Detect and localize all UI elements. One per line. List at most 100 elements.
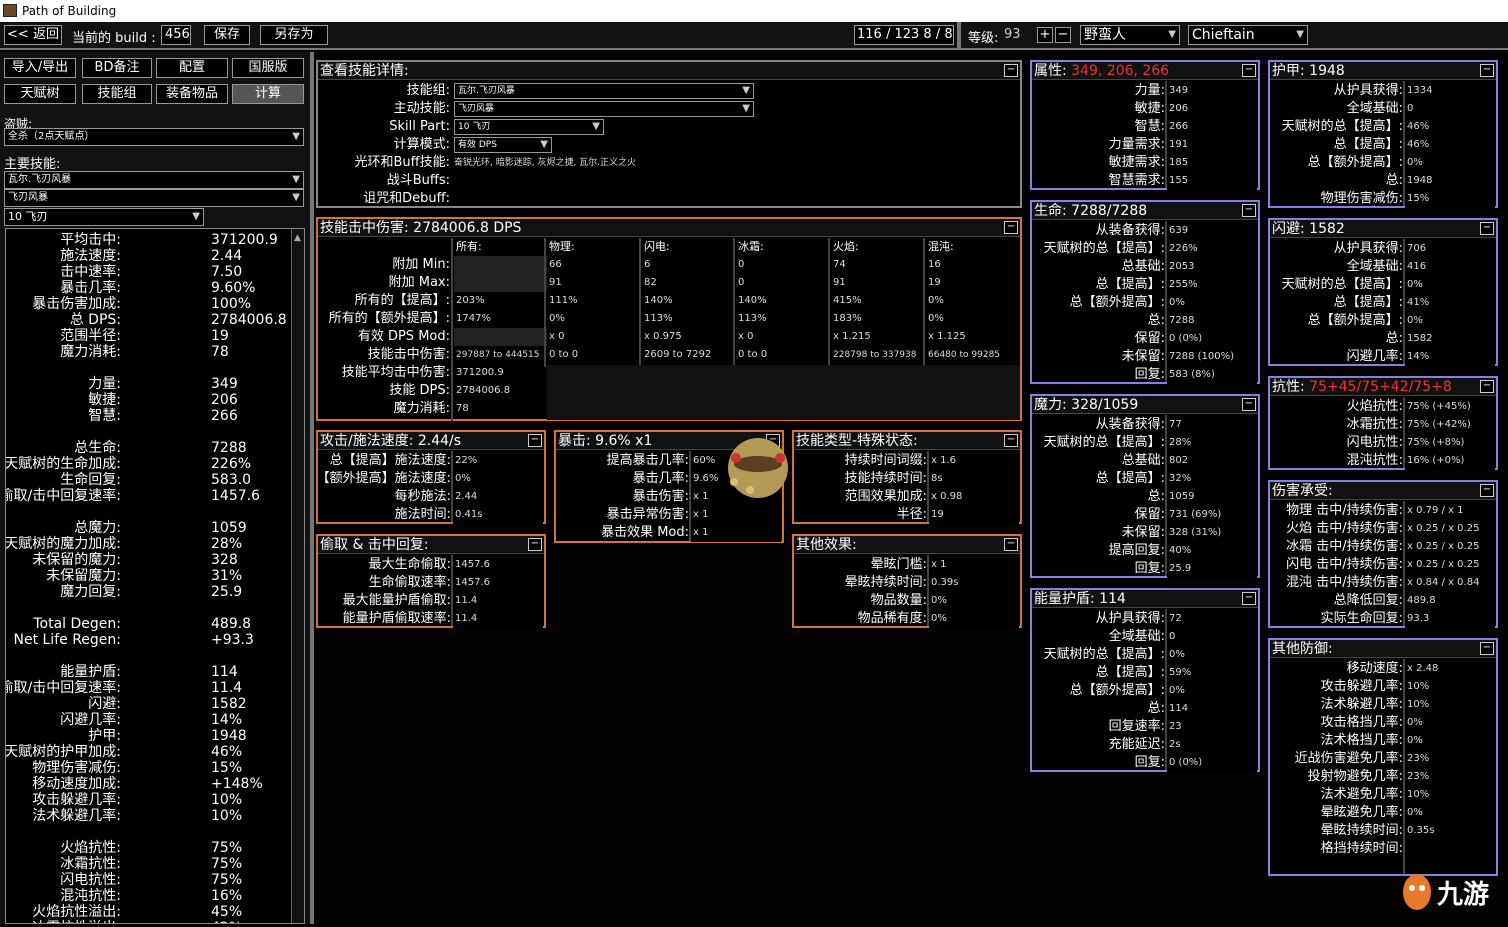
level-value[interactable]: 93 bbox=[1004, 27, 1021, 42]
es-title: 能量护盾: 114 bbox=[1034, 591, 1126, 607]
damage-cell: 66 bbox=[547, 256, 638, 274]
skill-type-header: 技能类型-特殊状态: − bbox=[794, 432, 1020, 450]
attack_speed-value: 0.41s bbox=[453, 506, 543, 524]
stat-row: 天赋树的护甲加成: 46% bbox=[6, 744, 289, 760]
collapse-button[interactable]: − bbox=[1004, 64, 1018, 77]
tab-1[interactable]: BD备注 bbox=[82, 58, 152, 78]
mana-value: 731 (69%) bbox=[1167, 506, 1257, 524]
crit-value: x 1 bbox=[691, 506, 781, 524]
armour-value: 0 bbox=[1405, 100, 1495, 118]
column-divider bbox=[828, 238, 830, 367]
other_def-value: 10% bbox=[1405, 786, 1495, 804]
es-label: 回复速率: bbox=[1108, 719, 1165, 734]
crit-title: 暴击: 9.6% x1 bbox=[558, 433, 653, 449]
stat-row: 总【提高】: bbox=[1032, 664, 1165, 682]
collapse-button[interactable]: − bbox=[1004, 434, 1018, 447]
column-divider bbox=[1165, 81, 1167, 188]
attributes-value: 155 bbox=[1167, 172, 1257, 190]
skill_type-label: 持续时间词缀: bbox=[844, 453, 927, 468]
tab-2[interactable]: 配置 bbox=[156, 58, 228, 78]
stat-row: 平均击中: 371200.9 bbox=[6, 232, 289, 248]
stat-value: 14% bbox=[211, 712, 243, 728]
skill-detail-dropdown[interactable]: 飞刃风暴 ▼ bbox=[454, 101, 754, 117]
resists-value: 75% (+8%) bbox=[1405, 434, 1495, 452]
damage-cell: 0% bbox=[926, 292, 1017, 310]
collapse-button[interactable]: − bbox=[1004, 221, 1018, 234]
stat-row: 能量护盾偷取速率: bbox=[318, 610, 451, 628]
tab-6[interactable]: 装备物品 bbox=[156, 84, 228, 104]
stat-row: 冰霜抗性: 75% bbox=[6, 856, 289, 872]
skill_type-label: 技能持续时间: bbox=[844, 471, 927, 486]
stat-row: 总 DPS: 2784006.8 bbox=[6, 312, 289, 328]
level-plus-button[interactable]: + bbox=[1037, 27, 1053, 43]
scroll-up-icon[interactable]: ▲ bbox=[294, 233, 303, 245]
hit-damage-header: 技能击中伤害: 2784006.8 DPS − bbox=[318, 219, 1020, 237]
taken-value: 489.8 bbox=[1405, 592, 1495, 610]
skill-detail-dropdown[interactable]: 瓦尔.飞刃风暴 ▼ bbox=[454, 83, 754, 99]
tab-4[interactable]: 天赋树 bbox=[4, 84, 76, 104]
stat-value: 489.8 bbox=[211, 616, 252, 632]
collapse-button[interactable]: − bbox=[1242, 398, 1256, 411]
column-divider bbox=[1165, 221, 1167, 382]
collapse-button[interactable]: − bbox=[1480, 642, 1494, 655]
stat-row: 天赋树的总【提高】: bbox=[1270, 276, 1403, 294]
life-label: 从装备获得: bbox=[1095, 223, 1165, 238]
resists-label: 闪电抗性: bbox=[1346, 435, 1403, 450]
skill-detail-row: 诅咒和Debuff: bbox=[318, 190, 450, 208]
save-as-button[interactable]: 另存为 bbox=[260, 25, 328, 45]
life-value: 639 bbox=[1167, 222, 1257, 240]
stat-row: 总基础: bbox=[1032, 258, 1165, 276]
crit-label: 暴击效果 Mod: bbox=[601, 525, 689, 540]
main-active-skill-dropdown[interactable]: 飞刃风暴 ▼ bbox=[4, 189, 304, 207]
collapse-button[interactable]: − bbox=[528, 434, 542, 447]
stat-row: 智慧需求: bbox=[1032, 172, 1165, 190]
stat-row: 未保留魔力: 31% bbox=[6, 568, 289, 584]
class-dropdown[interactable]: 野蛮人 ▼ bbox=[1080, 25, 1180, 45]
skill-detail-dropdown[interactable]: 10 飞刃 ▼ bbox=[454, 119, 604, 135]
tab-3[interactable]: 国服版 bbox=[232, 58, 304, 78]
stat-label: 护甲: bbox=[88, 728, 121, 744]
damage-cell: 2609 to 7292 bbox=[642, 346, 733, 364]
ascendancy-dropdown[interactable]: Chieftain ▼ bbox=[1188, 25, 1308, 45]
collapse-button[interactable]: − bbox=[1242, 204, 1256, 217]
collapse-button[interactable]: − bbox=[1242, 64, 1256, 77]
stat-value: 266 bbox=[211, 408, 238, 424]
tab-5[interactable]: 技能组 bbox=[82, 84, 152, 104]
collapse-button[interactable]: − bbox=[1004, 538, 1018, 551]
attributes-label: 智慧: bbox=[1134, 119, 1165, 134]
other_def-value: 0% bbox=[1405, 804, 1495, 822]
stat-list-scrollbar[interactable]: ▲ bbox=[291, 229, 304, 923]
collapse-button[interactable]: − bbox=[1480, 222, 1494, 235]
crit-label: 暴击几率: bbox=[632, 471, 689, 486]
chevron-down-icon: ▼ bbox=[292, 131, 300, 142]
stat-value: 75% bbox=[211, 856, 243, 872]
armour-value: 0% bbox=[1405, 154, 1495, 172]
back-button[interactable]: << 返回 bbox=[4, 25, 62, 45]
tab-0[interactable]: 导入/导出 bbox=[4, 58, 76, 78]
level-minus-button[interactable]: − bbox=[1055, 27, 1071, 43]
skill-detail-dropdown[interactable]: 有效 DPS ▼ bbox=[454, 137, 552, 153]
bandit-dropdown[interactable]: 全杀（2点天赋点） ▼ bbox=[4, 128, 304, 146]
collapse-button[interactable]: − bbox=[1242, 592, 1256, 605]
skill-part-dropdown[interactable]: 10 飞刃 ▼ bbox=[4, 208, 204, 226]
attack-speed-header: 攻击/施法速度: 2.44/s − bbox=[318, 432, 544, 450]
collapse-button[interactable]: − bbox=[528, 538, 542, 551]
attributes-section: 属性: 349, 206, 266 − 力量: 349 敏捷: 206 智慧: 266 力量需求… bbox=[1030, 60, 1260, 190]
leech-value: 1457.6 bbox=[453, 574, 543, 592]
evasion-header: 闪避: 1582 − bbox=[1270, 220, 1496, 238]
damage-cell: x 0.975 bbox=[642, 328, 733, 346]
chevron-down-icon: ▼ bbox=[1168, 29, 1176, 40]
collapse-button[interactable]: − bbox=[1480, 484, 1494, 497]
tab-7[interactable]: 计算 bbox=[232, 84, 304, 104]
other_def-value: 0% bbox=[1405, 714, 1495, 732]
save-button[interactable]: 保存 bbox=[204, 25, 250, 45]
damage-label: 技能击中伤害: bbox=[367, 347, 450, 362]
skill_type-label: 半径: bbox=[896, 507, 927, 522]
armour-title: 护甲: 1948 bbox=[1272, 63, 1345, 79]
stat-label: 物理伤害减伤: bbox=[32, 760, 121, 776]
skill-details-header: 查看技能详情: − bbox=[318, 62, 1020, 80]
collapse-button[interactable]: − bbox=[1480, 380, 1494, 393]
main-skill-group-dropdown[interactable]: 瓦尔.飞刃风暴 ▼ bbox=[4, 171, 304, 189]
build-name-input[interactable]: 456 bbox=[161, 25, 191, 45]
collapse-button[interactable]: − bbox=[1480, 64, 1494, 77]
